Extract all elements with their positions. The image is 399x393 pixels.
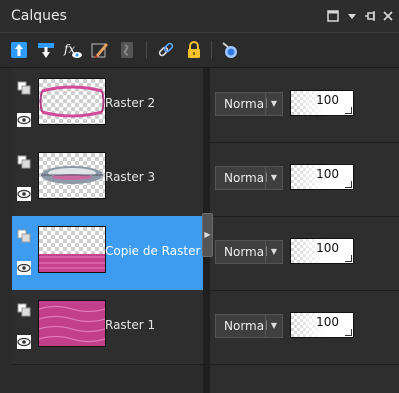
- opacity-field[interactable]: 100: [290, 238, 354, 264]
- blend-mode-value: Normal: [224, 319, 268, 333]
- layer-props-row: Normal ▼ 100: [210, 68, 399, 143]
- layer-row-raster-3[interactable]: Raster 3: [12, 142, 203, 217]
- layer-thumbnail: [38, 152, 106, 199]
- opacity-field[interactable]: 100: [290, 90, 354, 116]
- restore-icon[interactable]: [326, 9, 340, 23]
- eye-icon[interactable]: [17, 186, 31, 201]
- layer-name: Copie de Raster 1: [105, 244, 212, 258]
- blend-mode-select[interactable]: Normal ▼: [215, 92, 283, 116]
- opacity-field[interactable]: 100: [290, 312, 354, 338]
- fx-effects-icon[interactable]: fx: [62, 39, 84, 61]
- opacity-field[interactable]: 100: [290, 164, 354, 190]
- layer-thumbnail: [38, 300, 106, 347]
- layer-thumbnail: [38, 226, 106, 273]
- lock-icon[interactable]: [183, 39, 205, 61]
- layer-name: Raster 2: [105, 96, 156, 110]
- new-raster-layer-icon[interactable]: [8, 39, 30, 61]
- layer-props-row: Normal ▼ 100: [210, 142, 399, 217]
- blend-mode-value: Normal: [224, 171, 268, 185]
- chevron-down-icon[interactable]: ▼: [265, 93, 282, 115]
- layer-group-icon[interactable]: [17, 228, 31, 243]
- resize-grip-icon: [345, 329, 352, 336]
- eye-icon[interactable]: [17, 112, 31, 127]
- layer-group-icon[interactable]: [17, 80, 31, 95]
- opacity-value: 100: [316, 167, 339, 181]
- eye-icon[interactable]: [17, 334, 31, 349]
- pin-icon[interactable]: [363, 9, 377, 23]
- mask-icon[interactable]: [116, 39, 138, 61]
- link-icon[interactable]: [155, 39, 177, 61]
- opacity-value: 100: [316, 93, 339, 107]
- layer-thumbnail: [38, 78, 106, 125]
- chevron-down-icon[interactable]: ▼: [265, 315, 282, 337]
- toolbar-divider: [146, 41, 147, 59]
- collapse-pane-icon[interactable]: ▶: [202, 213, 213, 257]
- blend-mode-select[interactable]: Normal ▼: [215, 166, 283, 190]
- layer-group-icon[interactable]: [17, 154, 31, 169]
- blend-mode-value: Normal: [224, 97, 268, 111]
- close-icon[interactable]: [381, 9, 395, 23]
- resize-grip-icon: [345, 255, 352, 262]
- layer-row-raster-1[interactable]: Raster 1: [12, 290, 203, 365]
- edit-brush-icon[interactable]: [89, 39, 111, 61]
- menu-down-icon[interactable]: [345, 9, 359, 23]
- opacity-value: 100: [316, 241, 339, 255]
- layer-name: Raster 1: [105, 318, 156, 332]
- layer-name: Raster 3: [105, 170, 156, 184]
- resize-grip-icon: [345, 107, 352, 114]
- layer-row-copie-de-raster-1[interactable]: Copie de Raster 1: [12, 216, 212, 291]
- toolbar-divider: [211, 41, 212, 59]
- blend-mode-select[interactable]: Normal ▼: [215, 314, 283, 338]
- layer-props-row: Normal ▼ 100: [210, 290, 399, 365]
- layer-row-raster-2[interactable]: Raster 2: [12, 68, 203, 143]
- eye-icon[interactable]: [17, 260, 31, 275]
- chevron-down-icon[interactable]: ▼: [265, 241, 282, 263]
- layer-props-row: Normal ▼ 100: [210, 216, 399, 291]
- blend-mode-select[interactable]: Normal ▼: [215, 240, 283, 264]
- panel-titlebar: Calques: [0, 0, 399, 33]
- visibility-drop-icon[interactable]: [219, 39, 241, 61]
- chevron-down-icon[interactable]: ▼: [265, 167, 282, 189]
- panel-title: Calques: [11, 8, 67, 24]
- new-layer-below-icon[interactable]: [35, 39, 57, 61]
- opacity-value: 100: [316, 315, 339, 329]
- resize-grip-icon: [345, 181, 352, 188]
- layer-group-icon[interactable]: [17, 302, 31, 317]
- blend-mode-value: Normal: [224, 245, 268, 259]
- layers-toolbar: fx: [0, 33, 399, 68]
